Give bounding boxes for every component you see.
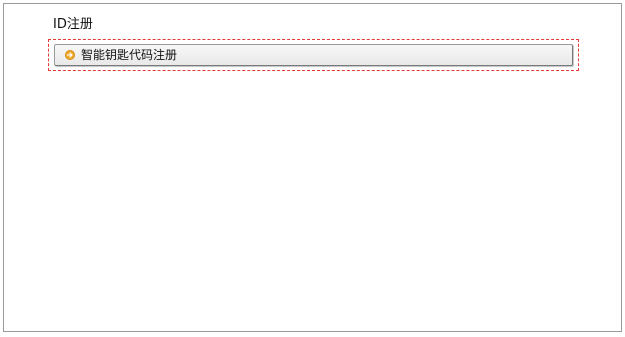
smart-key-code-register-button[interactable]: 智能钥匙代码注册	[54, 44, 573, 66]
section-title: ID注册	[53, 17, 93, 32]
main-panel: ID注册 智能钥匙代码注册	[3, 3, 622, 332]
arrow-right-circle-icon	[65, 50, 75, 60]
register-button-label: 智能钥匙代码注册	[81, 48, 178, 62]
